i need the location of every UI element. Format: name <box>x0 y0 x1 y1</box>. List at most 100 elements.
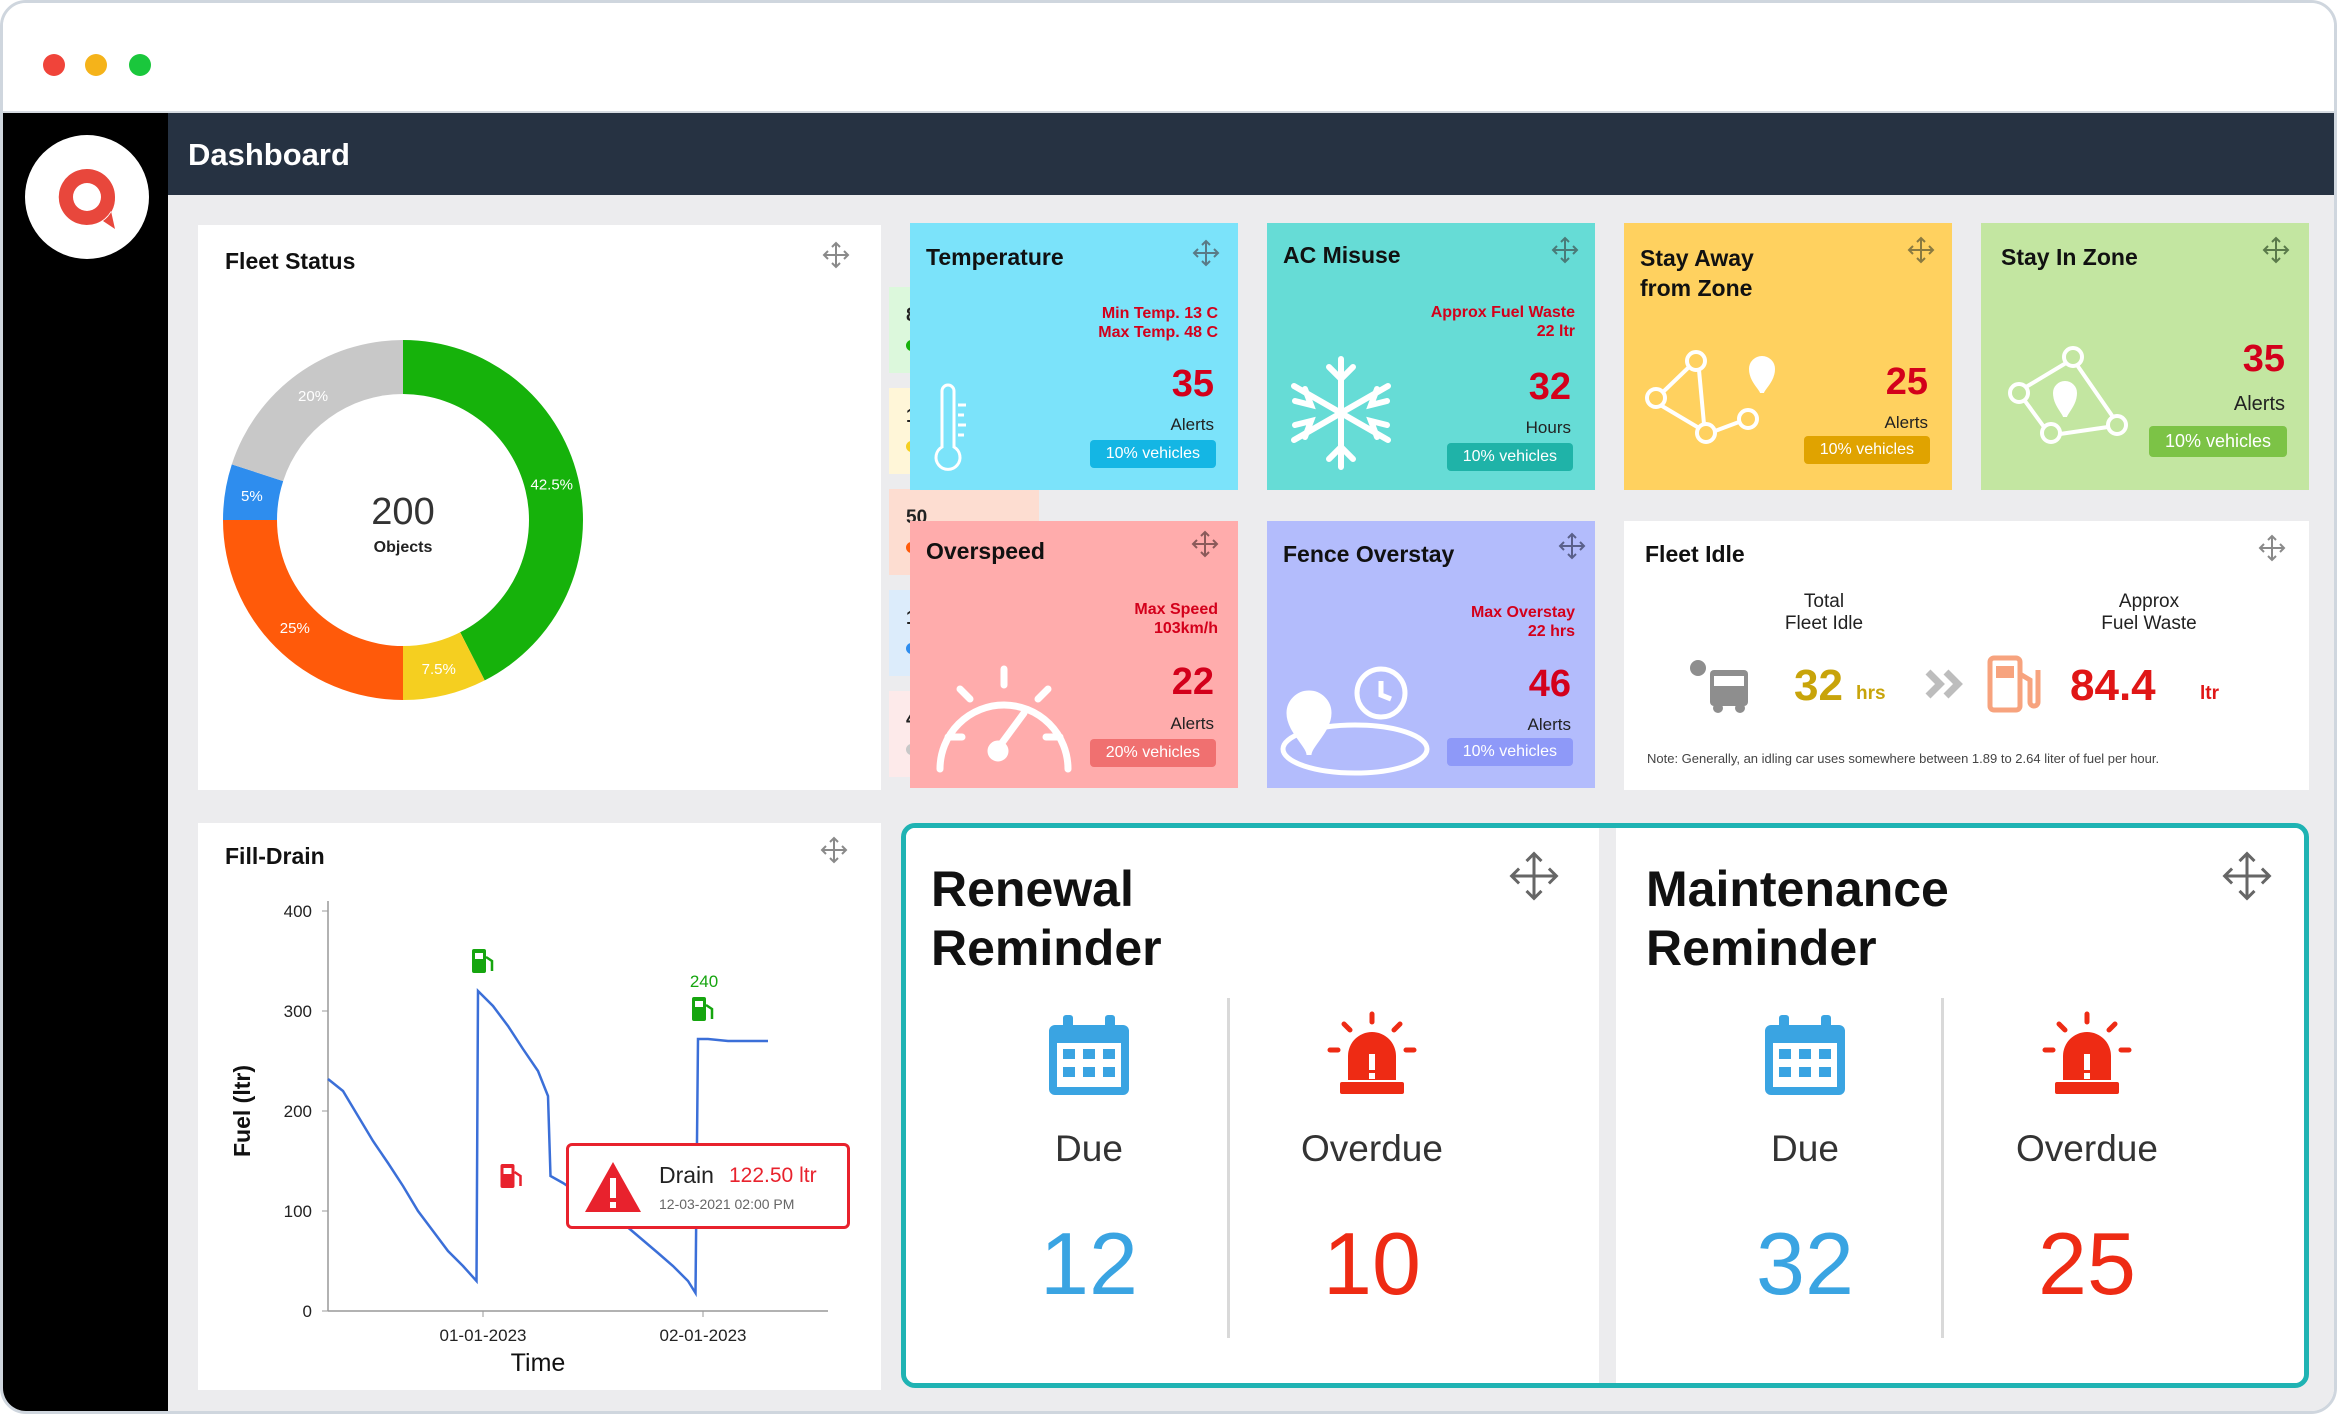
y-tick-label: 200 <box>284 1102 312 1121</box>
calendar-icon <box>1049 1015 1129 1095</box>
overdue-value[interactable]: 10 <box>1252 1213 1492 1315</box>
overdue-label: Overdue <box>1301 1128 1443 1169</box>
divider <box>1227 998 1230 1338</box>
vehicles-badge: 10% vehicles <box>2148 426 2287 457</box>
tile-unit: Hours <box>1525 418 1571 437</box>
tile-note: Max Overstay 22 hrs <box>1470 604 1575 640</box>
tooltip-label: Drain <box>659 1162 714 1188</box>
overdue-label: Overdue <box>2016 1128 2158 1169</box>
y-tick-label: 100 <box>284 1202 312 1221</box>
snowflake-icon <box>1291 356 1391 470</box>
total-idle-value: 32 <box>1794 661 1843 710</box>
tile-note: Approx Fuel Waste 22 ltr <box>1430 304 1575 340</box>
close-window-button[interactable] <box>43 54 65 76</box>
tile-value: 25 <box>1885 361 1928 403</box>
move-icon[interactable] <box>1506 848 1562 904</box>
x-tick-label: 01-01-2023 <box>440 1326 527 1345</box>
x-axis-label: Time <box>511 1349 566 1377</box>
chevron-right-double-icon <box>1925 669 1963 699</box>
tile-title: Stay In Zone <box>2001 244 2138 270</box>
renewal-reminder-title: Renewal Reminder <box>931 861 1162 976</box>
donut-center-value: 200 <box>371 491 434 533</box>
fence-overstay-tile[interactable]: Fence Overstay Max Overstay 22 hrs 46 Ale… <box>1267 521 1595 788</box>
y-tick-label: 300 <box>284 1002 312 1021</box>
idle-truck-icon <box>1690 660 1748 713</box>
move-icon[interactable] <box>1906 235 1936 265</box>
move-icon[interactable] <box>2261 235 2291 265</box>
card-title: Fleet Status <box>225 248 356 274</box>
move-icon[interactable] <box>821 240 851 270</box>
sidebar <box>3 113 168 1411</box>
due-value[interactable]: 12 <box>969 1213 1209 1315</box>
minimize-window-button[interactable] <box>85 54 107 76</box>
maximize-window-button[interactable] <box>129 54 151 76</box>
alarm-siren-icon <box>1327 1011 1417 1094</box>
vehicles-badge: 20% vehicles <box>1089 739 1216 767</box>
fleet-idle-card: Fleet Idle Total Fleet Idle Approx Fuel Wa… <box>1624 521 2309 790</box>
move-icon[interactable] <box>1190 529 1220 559</box>
tile-unit: Alerts <box>1884 413 1928 432</box>
donut-segment[interactable] <box>231 340 403 482</box>
fill-annotation-label: 240 <box>690 972 718 991</box>
zone-location-icon <box>2008 346 2128 444</box>
app-logo[interactable] <box>25 135 149 259</box>
total-fleet-idle-label: Total Fleet Idle <box>1784 591 1864 634</box>
tile-title: Overspeed <box>926 538 1045 564</box>
tile-title: Fence Overstay <box>1283 541 1455 567</box>
vehicles-badge: 10% vehicles <box>1446 738 1573 766</box>
move-icon[interactable] <box>1191 238 1221 268</box>
tile-unit: Alerts <box>1170 415 1214 434</box>
thermometer-icon <box>934 383 966 471</box>
donut-segment-label: 7.5% <box>422 661 456 678</box>
vehicles-badge: 10% vehicles <box>1803 436 1930 464</box>
due-label: Due <box>1055 1128 1123 1169</box>
donut-segment-label: 42.5% <box>530 476 573 493</box>
tile-value: 32 <box>1528 366 1571 408</box>
vehicles-badge: 10% vehicles <box>1089 440 1216 468</box>
donut-segment-label: 20% <box>298 388 328 405</box>
reminders-panel: Renewal Reminder Due Overdue 12 10 Mainte… <box>901 823 2309 1388</box>
fence-location-icon <box>1280 666 1430 776</box>
renewal-reminder-card: Renewal Reminder Due Overdue 12 10 <box>906 828 1599 1383</box>
due-label: Due <box>1771 1128 1839 1169</box>
approx-fuel-waste-label: Approx Fuel Waste <box>2101 591 2197 634</box>
page-title: Dashboard <box>188 137 350 172</box>
donut-center-label: Objects <box>374 539 433 556</box>
window-titlebar <box>3 3 2334 113</box>
overspeed-tile[interactable]: Overspeed Max Speed 103km/h 22 Alerts 20%… <box>910 521 1238 788</box>
tile-note: Max Speed 103km/h <box>1134 601 1218 637</box>
tile-value: 22 <box>1171 661 1214 703</box>
temperature-tile[interactable]: Temperature Min Temp. 13 C Max Temp. 48 C… <box>910 223 1238 490</box>
x-tick-label: 02-01-2023 <box>660 1326 747 1345</box>
card-title: Fleet Idle <box>1645 541 1745 567</box>
speedometer-icon <box>936 665 1072 773</box>
fuel-series-line <box>327 987 768 1298</box>
move-icon[interactable] <box>2219 848 2275 904</box>
dashboard-content: Fleet Status 42.5% 7.5% 25% 5% 20% 200 Objects… <box>168 195 2334 1411</box>
due-value[interactable]: 32 <box>1685 1213 1925 1315</box>
tile-title: AC Misuse <box>1283 242 1401 268</box>
tile-unit: Alerts <box>1170 714 1214 733</box>
stay-in-zone-tile[interactable]: Stay In Zone 35 Alerts 10% vehicles <box>1981 223 2309 490</box>
total-idle-unit: hrs <box>1856 683 1886 704</box>
tile-note: Min Temp. 13 C Max Temp. 48 C <box>1098 305 1218 341</box>
ac-misuse-tile[interactable]: AC Misuse Approx Fuel Waste 22 ltr 32 Hou… <box>1267 223 1595 490</box>
tooltip-value: 122.50 ltr <box>729 1164 817 1187</box>
move-icon[interactable] <box>1550 235 1580 265</box>
stay-away-zone-tile[interactable]: Stay Away from Zone 25 Alerts 10% vehicle… <box>1624 223 1952 490</box>
tile-unit: Alerts <box>2233 393 2285 415</box>
y-tick-label: 400 <box>284 902 312 921</box>
fuel-fill-marker-icon[interactable] <box>692 997 714 1021</box>
donut-segment-label: 25% <box>280 620 310 637</box>
logo-icon <box>58 168 116 229</box>
fuel-waste-unit: ltr <box>2200 683 2219 704</box>
overdue-value[interactable]: 25 <box>1967 1213 2207 1315</box>
move-icon[interactable] <box>2257 533 2287 563</box>
tile-unit: Alerts <box>1527 715 1571 734</box>
zone-route-icon <box>1645 350 1776 444</box>
move-icon[interactable] <box>1557 531 1587 561</box>
fuel-fill-marker-icon[interactable] <box>472 949 494 973</box>
tooltip-time: 12-03-2021 02:00 PM <box>659 1196 795 1212</box>
warning-icon <box>585 1162 641 1212</box>
fuel-drain-marker-icon[interactable] <box>500 1164 522 1188</box>
